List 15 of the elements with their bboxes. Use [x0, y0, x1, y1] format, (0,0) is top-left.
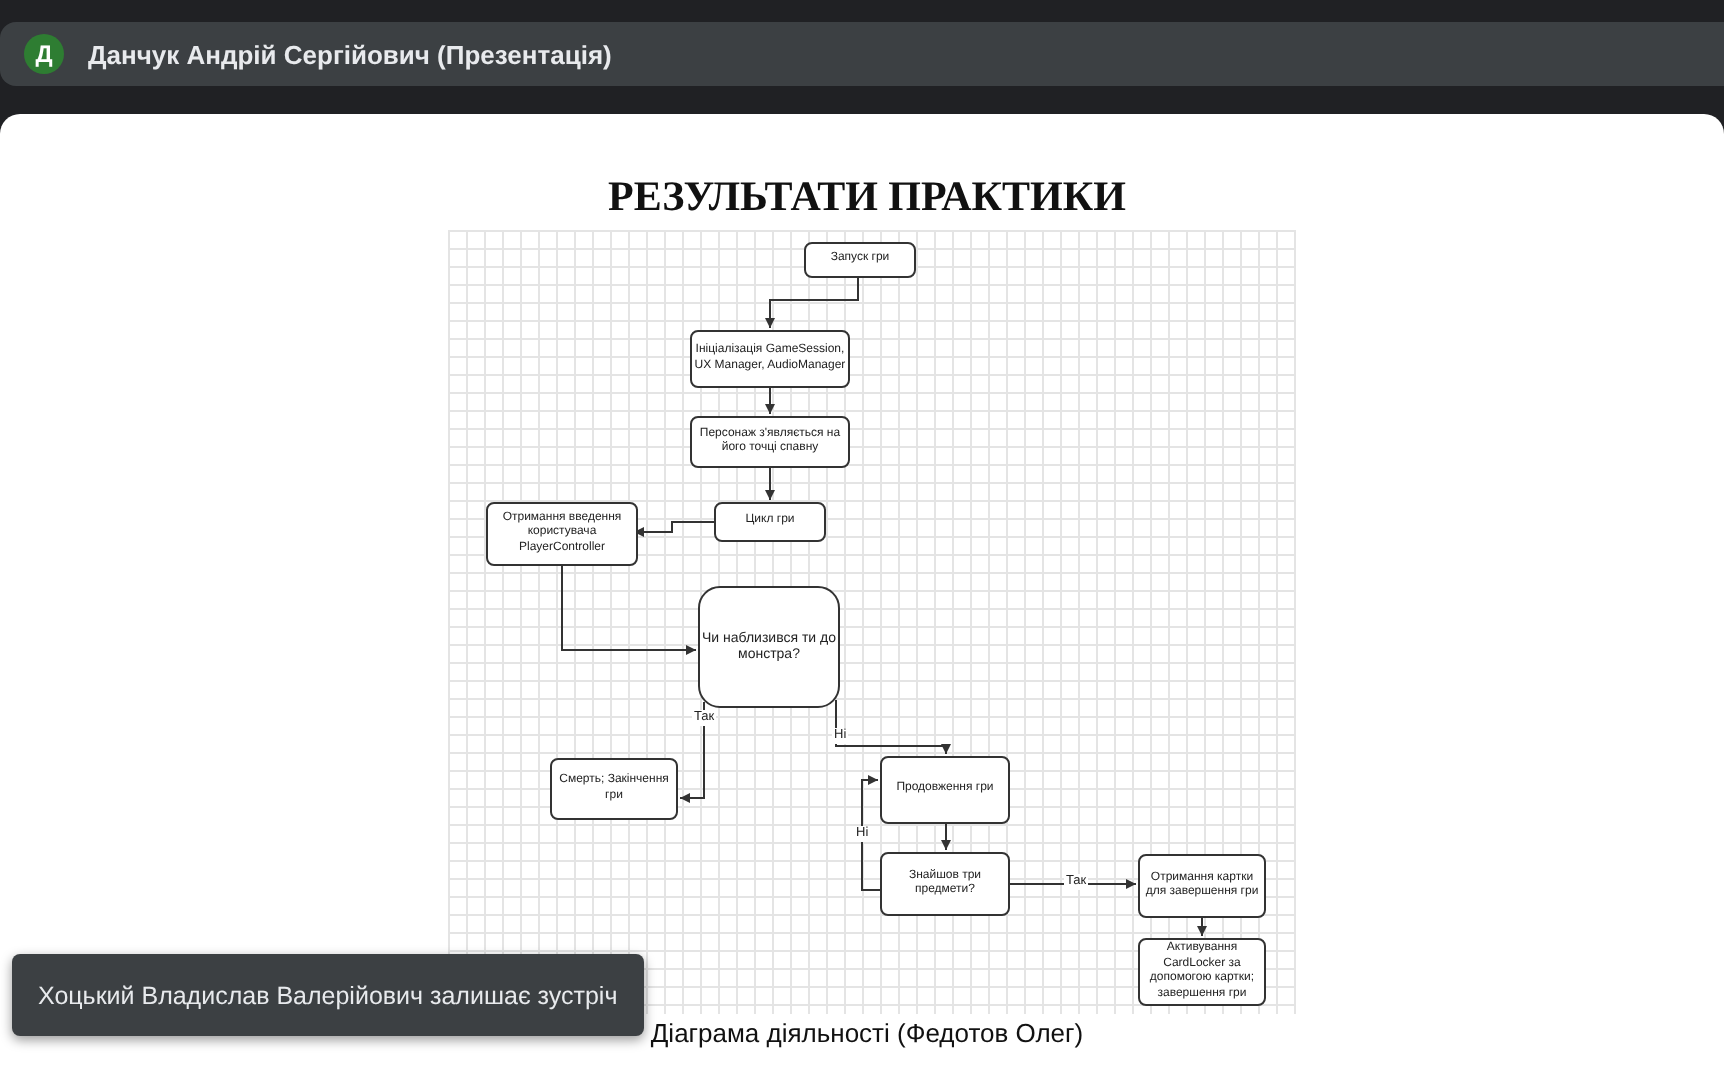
diagram-caption: Діаграма діяльності (Федотов Олег): [650, 1018, 1084, 1048]
connector-arrow: [861, 775, 881, 891]
slide-title: РЕЗУЛЬТАТИ ПРАКТИКИ: [608, 170, 1126, 222]
connector-arrow: [765, 387, 775, 415]
connector-arrow: [1009, 879, 1137, 889]
avatar: Д: [24, 34, 64, 74]
connector-arrow: [765, 467, 775, 501]
notification-toast: Хоцький Владислав Валерійович залишає зустріч: [12, 954, 644, 1036]
presenter-title: Данчук Андрій Сергійович (Презентація): [88, 39, 612, 69]
connector-arrow: [765, 277, 859, 329]
connector-arrow: [835, 699, 951, 755]
connector-arrow: [633, 521, 715, 537]
connector-arrow: [941, 823, 951, 851]
connector-arrow: [561, 563, 697, 655]
connector-arrow: [1197, 917, 1207, 937]
